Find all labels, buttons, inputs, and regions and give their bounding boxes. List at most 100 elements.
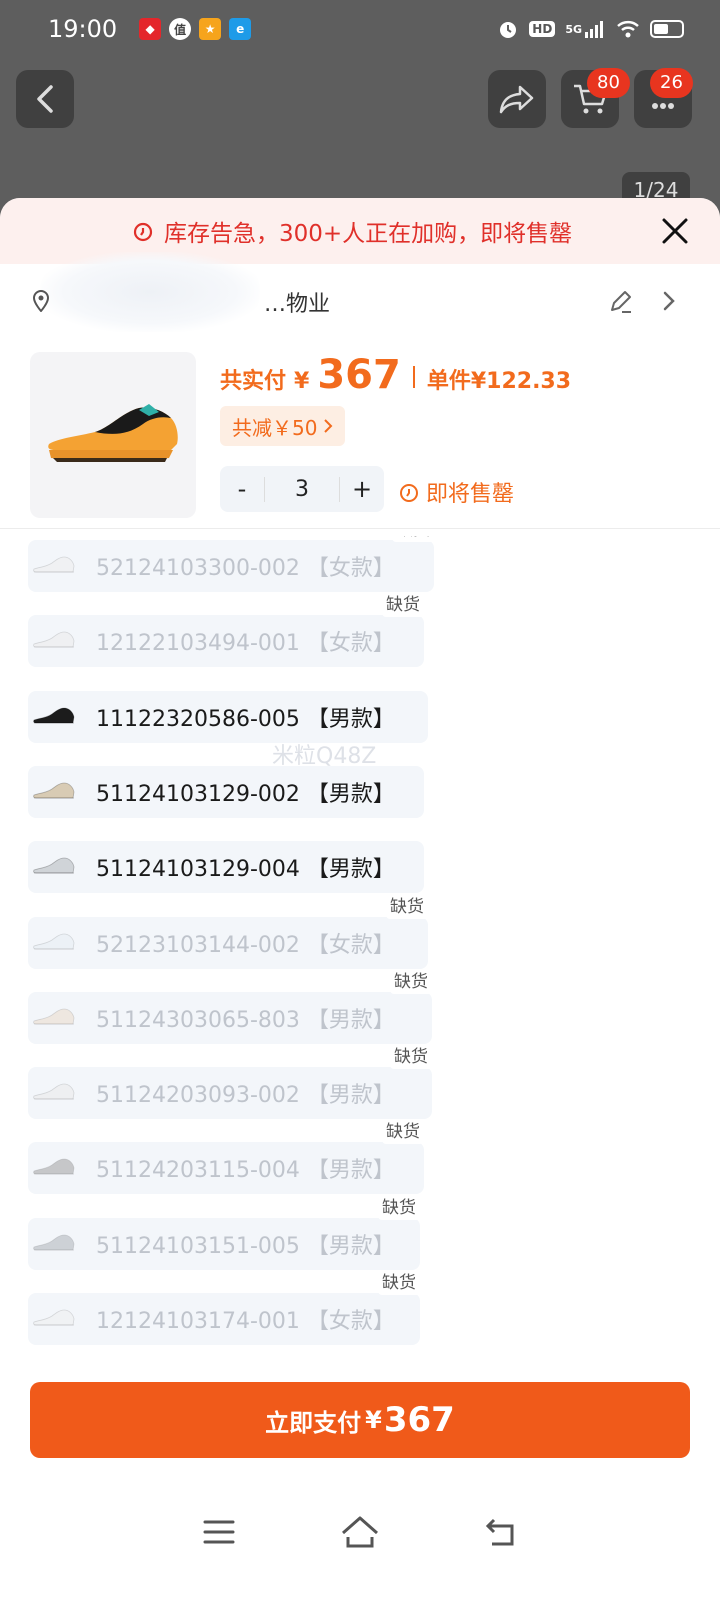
alarm-clock-icon xyxy=(133,222,153,242)
variant-shoe-icon xyxy=(28,540,80,592)
variant-option[interactable]: 51124103129-002 【男款】 xyxy=(28,765,424,818)
app-notification-icon: ★ xyxy=(199,18,222,40)
variant-option[interactable]: 51124103129-004 【男款】 xyxy=(28,841,424,894)
variant-shoe-icon xyxy=(28,1142,80,1194)
out-of-stock-badge: 缺货 xyxy=(386,894,428,919)
share-icon xyxy=(499,85,534,114)
out-of-stock-badge: 缺货 xyxy=(378,1271,420,1295)
message-button[interactable]: 26 xyxy=(634,68,693,128)
chevron-left-icon xyxy=(37,85,53,113)
redacted-area xyxy=(40,252,260,332)
variant-label: 11122320586-005 【男款】 xyxy=(96,706,395,732)
variant-option[interactable]: 51124103151-005 【男款】 缺货 xyxy=(28,1195,420,1270)
app-notification-icon: e xyxy=(229,18,252,40)
pay-currency: ¥ xyxy=(365,1406,382,1434)
variant-label: 51124203093-002 【男款】 xyxy=(96,1083,395,1109)
home-icon[interactable] xyxy=(340,1515,380,1549)
out-of-stock-badge: 缺货 xyxy=(390,1045,432,1070)
variant-shoe-icon xyxy=(28,992,80,1044)
address-text: …物业 xyxy=(264,292,331,317)
battery-icon xyxy=(650,20,684,38)
unit-price: ¥122.33 xyxy=(470,369,572,394)
variant-shoe-icon xyxy=(28,615,80,667)
variant-label: 51124103151-005 【男款】 xyxy=(96,1233,395,1259)
variant-label: 51124103129-004 【男款】 xyxy=(96,857,395,883)
status-time: 19:00 xyxy=(48,15,118,43)
decrease-button[interactable]: - xyxy=(220,475,264,503)
variant-shoe-icon xyxy=(28,766,80,818)
watermark: 米粒Q48Z xyxy=(272,744,377,769)
variant-shoe-icon xyxy=(28,691,80,743)
cart-button[interactable]: 80 xyxy=(561,68,630,128)
back-button[interactable] xyxy=(16,70,74,128)
variant-label: 51124303065-803 【男款】 xyxy=(96,1007,395,1033)
location-icon xyxy=(32,290,50,312)
soldout-text: 即将售罄 xyxy=(426,482,515,507)
wifi-icon xyxy=(616,19,640,39)
pay-amount: 367 xyxy=(383,1400,455,1440)
purchase-sheet: 库存告急，300+人正在加购，即将售罄 …物业 共实付 ¥ 367 单件 ¥12… xyxy=(0,198,720,1600)
shoe-image xyxy=(48,404,178,462)
variant-shoe-icon xyxy=(28,917,80,969)
variant-option[interactable]: 51124203115-004 【男款】 缺货 xyxy=(28,1120,424,1195)
variant-option[interactable]: 12122103494-001 【女款】 缺货 xyxy=(28,593,424,668)
signal-icon: 5G xyxy=(565,20,606,38)
quantity-stepper: - 3 + xyxy=(220,466,384,512)
variant-option[interactable]: 52124103300-002 【女款】 缺货 xyxy=(28,536,434,592)
variant-option[interactable]: 51124203093-002 【男款】 缺货 xyxy=(28,1045,432,1120)
variant-label: 51124103129-002 【男款】 xyxy=(96,781,395,807)
back-nav-icon[interactable] xyxy=(484,1516,518,1548)
out-of-stock-badge: 缺货 xyxy=(390,969,432,994)
notification-icons: ◆ 值 ★ e xyxy=(139,18,252,40)
system-nav-bar xyxy=(0,1492,720,1572)
divider xyxy=(0,528,720,529)
stock-alert-text: 库存告急，300+人正在加购，即将售罄 xyxy=(164,221,573,247)
share-button[interactable] xyxy=(488,70,546,128)
total-amount: 367 xyxy=(317,352,401,398)
out-of-stock-badge: 缺货 xyxy=(392,536,434,542)
menu-icon[interactable] xyxy=(202,1517,236,1547)
variant-label: 52124103300-002 【女款】 xyxy=(96,556,395,581)
out-of-stock-badge: 缺货 xyxy=(382,1120,424,1145)
variant-label: 12122103494-001 【女款】 xyxy=(96,631,395,657)
app-notification-icon: ◆ xyxy=(139,18,162,40)
pay-button-label: 立即支付 xyxy=(265,1408,362,1437)
alarm-icon xyxy=(497,18,519,40)
alarm-clock-icon xyxy=(400,484,418,502)
variant-option[interactable]: 51124303065-803 【男款】 缺货 xyxy=(28,969,432,1044)
variant-option[interactable]: 12124103174-001 【女款】 缺货 xyxy=(28,1271,420,1345)
close-icon[interactable] xyxy=(658,214,692,248)
message-count-badge: 26 xyxy=(650,68,693,98)
edit-icon[interactable] xyxy=(608,288,634,314)
quantity-value[interactable]: 3 xyxy=(264,476,340,502)
hd-icon: HD xyxy=(529,21,556,37)
increase-button[interactable]: + xyxy=(340,475,384,503)
price-summary: 共实付 ¥ 367 单件 ¥122.33 xyxy=(220,352,571,398)
pay-now-button[interactable]: 立即支付 ¥ 367 xyxy=(30,1382,690,1458)
variant-option[interactable]: 11122320586-005 【男款】 xyxy=(28,690,428,743)
price-separator xyxy=(412,366,415,388)
status-bar: 19:00 ◆ 值 ★ e HD 5G xyxy=(0,0,720,58)
soldout-note: 即将售罄 xyxy=(398,476,514,508)
currency-symbol: ¥ xyxy=(294,369,310,394)
chevron-right-icon xyxy=(324,419,333,433)
out-of-stock-badge: 缺货 xyxy=(382,593,424,618)
product-image[interactable] xyxy=(30,352,196,518)
cart-count-badge: 80 xyxy=(587,68,630,98)
variant-label: 51124203115-004 【男款】 xyxy=(96,1158,395,1184)
variant-shoe-icon xyxy=(28,1067,80,1119)
discount-text: 共减￥50 xyxy=(232,415,318,440)
total-label: 共实付 xyxy=(220,369,287,394)
variant-label: 52123103144-002 【女款】 xyxy=(96,932,395,958)
variant-option[interactable]: 52123103144-002 【女款】 缺货 xyxy=(28,894,428,969)
app-notification-icon: 值 xyxy=(169,18,192,40)
address-row[interactable]: …物业 xyxy=(0,252,720,332)
variant-label: 12124103174-001 【女款】 xyxy=(96,1309,395,1334)
variant-shoe-icon xyxy=(28,841,80,893)
unit-price-label: 单件 xyxy=(426,369,471,394)
discount-tag[interactable]: 共减￥50 xyxy=(220,406,346,446)
chevron-right-icon xyxy=(663,291,675,311)
variant-shoe-icon xyxy=(28,1218,80,1270)
variant-shoe-icon xyxy=(28,1293,80,1345)
out-of-stock-badge: 缺货 xyxy=(378,1195,420,1220)
